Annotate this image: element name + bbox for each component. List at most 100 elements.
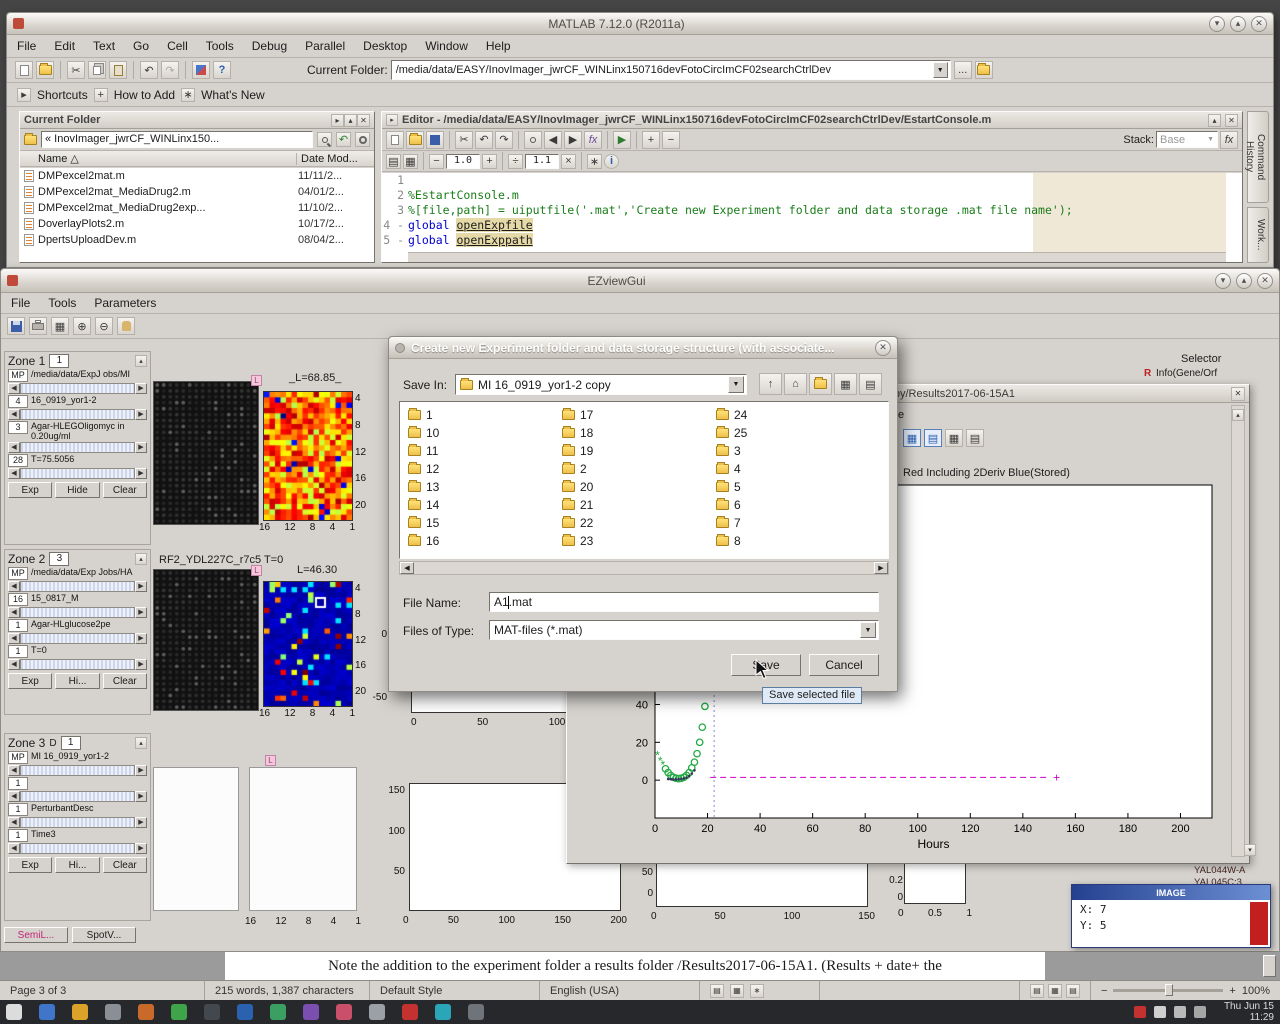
insert-mode-icon[interactable]: ▤ [710,984,724,998]
taskbar-app-icon[interactable] [138,1004,154,1020]
fx-button[interactable]: fx [1220,131,1238,149]
actions-gear-icon[interactable] [355,132,370,147]
menu-item[interactable]: Tools [206,39,234,53]
menu-item[interactable]: Window [425,39,468,53]
zone-slider[interactable]: ◀▶ [8,581,147,592]
results-list-icon[interactable]: ▤ [924,429,942,447]
maximize-icon[interactable]: ▴ [1230,16,1246,32]
shortcut-how-to-add[interactable]: How to Add [114,88,175,102]
slider-right-icon[interactable]: ▶ [135,383,147,394]
slider-left-icon[interactable]: ◀ [8,843,20,854]
zone-slider[interactable]: ◀▶ [8,817,147,828]
tab-command-history[interactable]: Command History [1247,111,1269,203]
results-table-icon[interactable]: ▦ [903,429,921,447]
folder-item[interactable]: 6 [714,496,864,514]
slider-right-icon[interactable]: ▶ [135,442,147,453]
zone-row-value[interactable]: 1 [8,777,28,790]
zone-slider[interactable]: ◀▶ [8,765,147,776]
zone2-heatmap[interactable] [263,581,353,707]
zoom-slider[interactable] [1113,989,1223,992]
document-vscrollbar[interactable] [1263,955,1276,977]
info-icon[interactable]: i [604,154,619,169]
slider-left-icon[interactable]: ◀ [8,817,20,828]
taskbar-app-icon[interactable] [435,1004,451,1020]
simulink-icon[interactable] [192,61,210,79]
folder-item[interactable]: 18 [560,424,710,442]
column-header-date[interactable]: Date Mod... [296,153,374,165]
menu-item[interactable]: File [17,39,36,53]
new-script-icon[interactable] [15,61,33,79]
minimize-icon[interactable]: ▾ [1209,16,1225,32]
dialog-close-icon[interactable]: ✕ [875,340,891,356]
zone-row-value[interactable]: 16 [8,593,28,606]
slider-left-icon[interactable]: ◀ [8,383,20,394]
zone-button[interactable]: Hi... [55,857,99,873]
decrement-icon[interactable]: − [429,154,444,169]
folder-item[interactable]: 13 [406,478,556,496]
tab-workspace[interactable]: Work... [1247,207,1269,263]
slider-right-icon[interactable]: ▶ [135,468,147,479]
percent-icon[interactable]: ∗ [587,154,602,169]
new-folder-icon[interactable] [809,373,832,395]
menu-item[interactable]: Tools [48,296,76,310]
editor-save-icon[interactable] [426,131,444,149]
zone-button[interactable]: Exp [8,857,52,873]
results-vscrollbar[interactable]: ▴ ▾ [1231,405,1245,857]
file-row[interactable]: DpertsUploadDev.m 08/04/2... [20,232,374,248]
book-view-icon[interactable]: ▤ [1066,984,1080,998]
cell-remove-icon[interactable]: − [662,131,680,149]
file-row[interactable]: DMPexcel2mat.m 11/11/2... [20,168,374,184]
document-page[interactable]: Note the addition to the experiment fold… [225,952,1045,980]
pan-hand-icon[interactable] [117,317,135,335]
home-icon[interactable]: ⌂ [784,373,807,395]
zoom-out-icon[interactable]: ⊖ [95,317,113,335]
redo-icon[interactable]: ↷ [161,61,179,79]
folder-item[interactable]: 16 [406,532,556,550]
zone3-dock-icon[interactable]: ▴ [135,737,147,749]
combo-arrow-icon[interactable]: ▼ [860,622,876,638]
slider-left-icon[interactable]: ◀ [8,468,20,479]
slider-left-icon[interactable]: ◀ [8,765,20,776]
copy-icon[interactable] [88,61,106,79]
menu-item[interactable]: File [11,296,30,310]
menu-item[interactable]: Cell [167,39,188,53]
zone-slider[interactable]: ◀▶ [8,843,147,854]
editor-redo-icon[interactable]: ↷ [495,131,513,149]
close-icon[interactable]: ✕ [1257,273,1273,289]
taskbar-app-icon[interactable] [171,1004,187,1020]
zone3-heat-blank[interactable] [249,767,357,911]
folder-item[interactable]: 3 [714,442,864,460]
editor-undo-icon[interactable]: ↶ [475,131,493,149]
taskbar-app-icon[interactable] [72,1004,88,1020]
matlab-titlebar[interactable]: MATLAB 7.12.0 (R2011a) ▾ ▴ ✕ [7,13,1273,35]
menu-item[interactable]: Parallel [305,39,345,53]
file-row[interactable]: DMPexcel2mat_MediaDrug2exp... 11/10/2... [20,200,374,216]
taskbar-app-icon[interactable] [303,1004,319,1020]
zone-row-value[interactable]: 1 [8,645,28,658]
save-in-combo[interactable]: MI 16_0919_yor1-2 copy ▼ [455,374,747,395]
editor-new-icon[interactable] [386,131,404,149]
slider-left-icon[interactable]: ◀ [8,442,20,453]
ezview-titlebar[interactable]: EZviewGui ▾ ▴ ✕ [1,269,1279,293]
taskbar-app-icon[interactable] [336,1004,352,1020]
zone2-plate-image[interactable] [153,569,259,711]
cell-mode-icon[interactable]: ▤ [386,154,401,169]
dock-icon[interactable]: ▸ [331,114,344,127]
file-row[interactable]: DMPexcel2mat_MediaDrug2.m 04/01/2... [20,184,374,200]
close-icon[interactable]: ✕ [1251,16,1267,32]
folder-item[interactable]: 22 [560,514,710,532]
editor-find-icon[interactable] [524,131,542,149]
folder-item[interactable]: 1 [406,406,556,424]
zone1-count-field[interactable]: 1 [49,354,69,368]
zone-row-value[interactable]: MP [8,567,28,580]
slider-right-icon[interactable]: ▶ [135,581,147,592]
folder-list-hscrollbar[interactable]: ◀ ▶ [399,561,889,575]
menu-item[interactable]: Edit [54,39,75,53]
stack-combo-arrow-icon[interactable]: ▼ [1207,136,1214,143]
code-area[interactable]: 1234 -5 - %EstartConsole.m %[file,path] … [382,173,1242,262]
folder-item[interactable]: 7 [714,514,864,532]
taskbar-app-icon[interactable] [105,1004,121,1020]
menu-item[interactable]: Desktop [363,39,407,53]
zone3-count-field[interactable]: 1 [61,736,81,750]
zone-slider[interactable]: ◀▶ [8,791,147,802]
